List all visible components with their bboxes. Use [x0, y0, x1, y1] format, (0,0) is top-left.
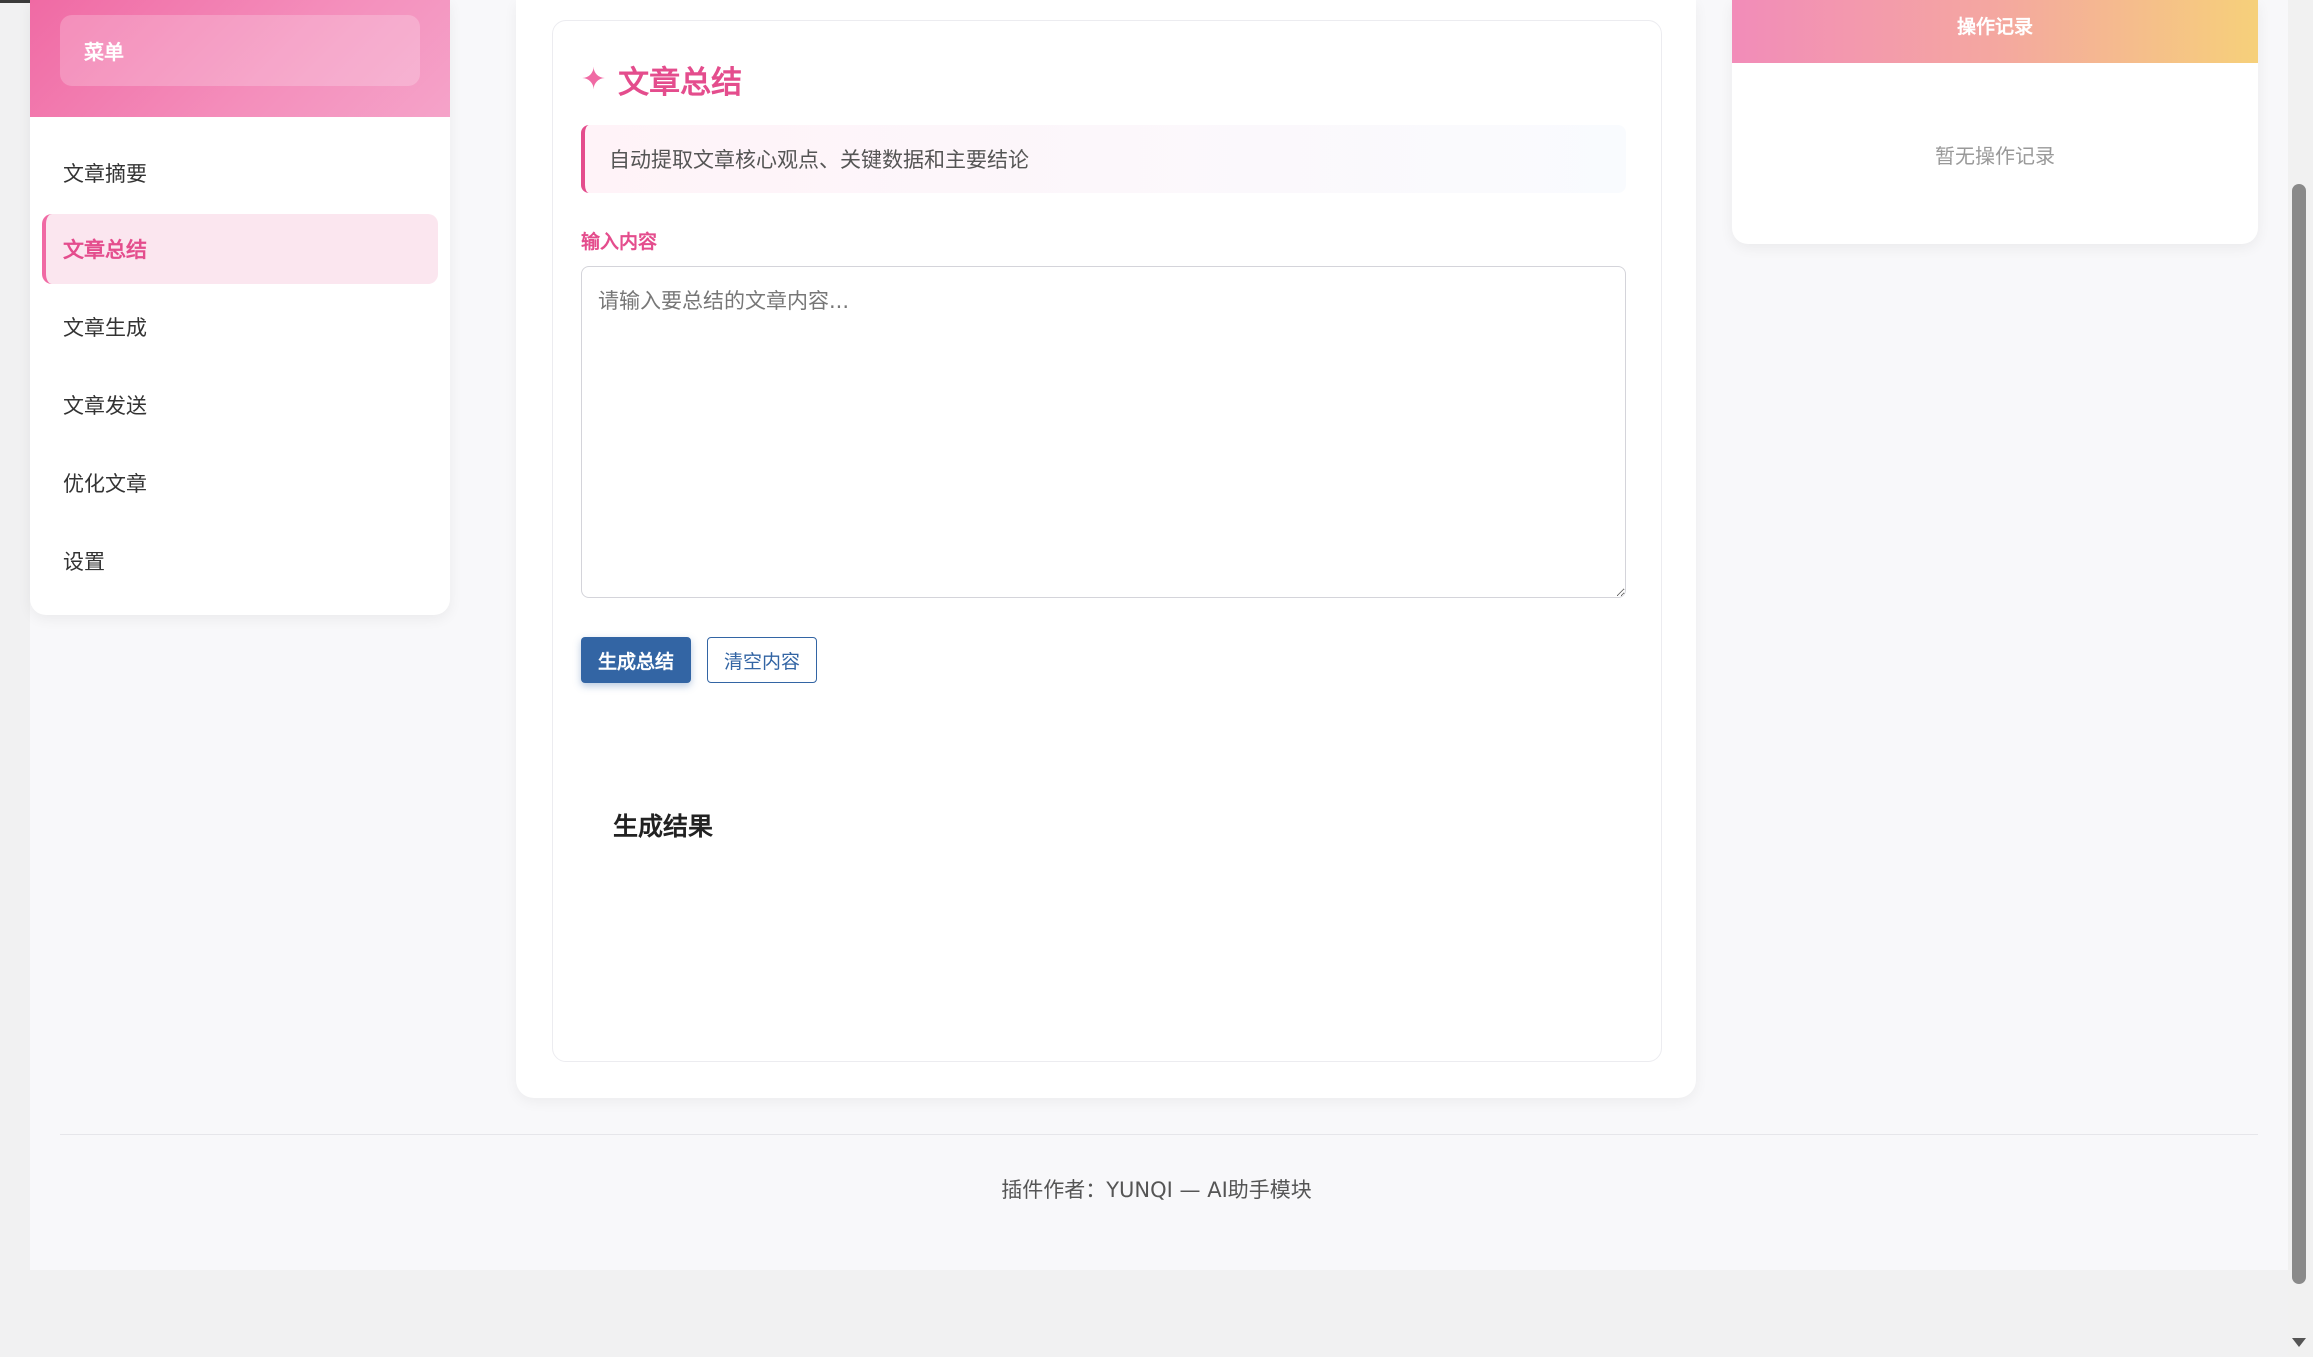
scrollbar-thumb[interactable] [2292, 184, 2306, 1284]
main-card: ✦ 文章总结 自动提取文章核心观点、关键数据和主要结论 输入内容 生成总结 清空… [516, 0, 1696, 1098]
sidebar-item-article-summary[interactable]: 文章总结 [42, 214, 438, 284]
footer-divider [60, 1134, 2258, 1135]
page-title: 文章总结 [618, 65, 743, 101]
generate-summary-button[interactable]: 生成总结 [581, 637, 691, 683]
sidebar-item-optimize-article[interactable]: 优化文章 [42, 448, 438, 518]
sidebar-item-settings[interactable]: 设置 [42, 526, 438, 596]
scroll-down-arrow-icon[interactable] [2292, 1338, 2306, 1347]
menu-title: 菜单 [60, 15, 420, 86]
sidebar-item-article-abstract[interactable]: 文章摘要 [42, 138, 438, 208]
clear-content-button[interactable]: 清空内容 [707, 637, 817, 683]
description-text: 自动提取文章核心观点、关键数据和主要结论 [609, 148, 1029, 172]
sidebar-item-article-generate[interactable]: 文章生成 [42, 292, 438, 362]
sparkle-icon: ✦ [581, 61, 607, 97]
input-label: 输入内容 [581, 231, 658, 253]
sidebar-header: 菜单 [30, 0, 450, 117]
summary-panel: ✦ 文章总结 自动提取文章核心观点、关键数据和主要结论 输入内容 生成总结 清空… [552, 20, 1662, 1062]
description-box: 自动提取文章核心观点、关键数据和主要结论 [581, 125, 1626, 193]
operation-log-empty: 暂无操作记录 [1935, 144, 2055, 168]
footer-text: 插件作者：YUNQI — AI助手模块 [1001, 1178, 1312, 1202]
page-title-row: ✦ 文章总结 [581, 57, 742, 102]
article-content-textarea[interactable] [581, 266, 1626, 598]
operation-log-panel: 操作记录 暂无操作记录 [1732, 0, 2258, 244]
operation-log-header: 操作记录 [1732, 0, 2258, 63]
sidebar: 菜单 文章摘要 文章总结 文章生成 文章发送 优化文章 设置 [30, 0, 450, 615]
sidebar-item-article-send[interactable]: 文章发送 [42, 370, 438, 440]
result-title: 生成结果 [613, 812, 714, 841]
